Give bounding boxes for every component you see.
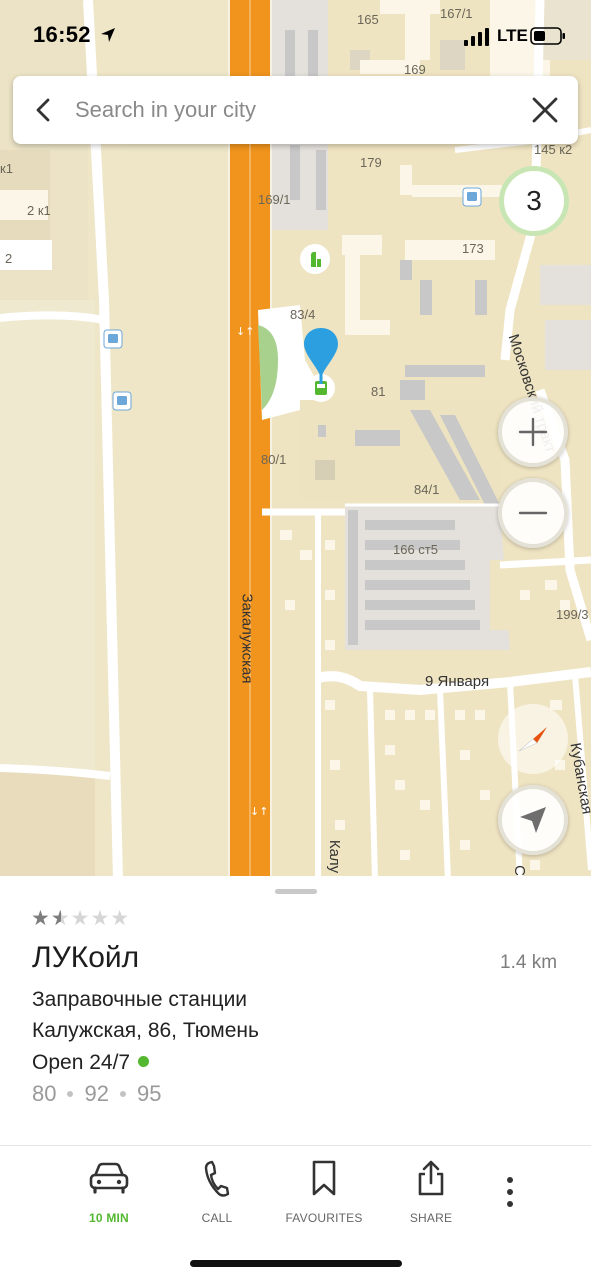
traffic-level-badge[interactable]: 3 (499, 166, 569, 236)
divider (0, 1145, 591, 1146)
favourites-button[interactable]: FAVOURITES (274, 1152, 374, 1232)
network-type: LTE (497, 26, 528, 45)
house-number: 169/1 (258, 192, 291, 207)
zoom-in-button[interactable] (498, 397, 568, 467)
favourites-label: FAVOURITES (285, 1211, 363, 1225)
phone-icon (204, 1160, 230, 1197)
house-number: 145 к2 (534, 142, 573, 157)
home-indicator[interactable] (190, 1260, 402, 1267)
status-bar: 16:52 LTE (0, 0, 591, 72)
svg-text:↓↑: ↓↑ (250, 805, 268, 818)
close-icon[interactable] (528, 93, 562, 127)
bookmark-icon (312, 1160, 336, 1196)
route-button[interactable]: 10 MIN (59, 1152, 159, 1232)
route-time-label: 10 MIN (89, 1211, 129, 1225)
share-button[interactable]: SHARE (381, 1152, 481, 1232)
location-arrow-icon (101, 28, 115, 42)
share-label: SHARE (409, 1211, 453, 1225)
half-star-icon: ★★ (50, 907, 71, 930)
place-address: Калужская, 86, Тюмень (32, 1019, 259, 1042)
street-label-kaluzhskaya: Калу (326, 839, 344, 874)
fuel-type: 92 (84, 1081, 109, 1106)
house-number: 80/1 (261, 452, 287, 467)
selected-pin-icon[interactable] (302, 326, 342, 404)
house-number: 199/3 (556, 607, 589, 622)
action-toolbar: 10 MIN CALL FAVOURITES SHARE (0, 1152, 591, 1232)
house-number: 83/4 (290, 307, 316, 322)
minus-icon (518, 511, 548, 515)
house-number: 179 (360, 155, 382, 170)
fuel-poi-icon[interactable] (299, 243, 331, 275)
signal-icon (464, 28, 489, 46)
place-title: ЛУКойл (32, 941, 140, 974)
house-number: 173 (462, 241, 484, 256)
call-label: CALL (201, 1211, 233, 1225)
battery-icon (530, 27, 565, 45)
house-number: 166 ст5 (393, 542, 438, 557)
navigation-arrow-icon (520, 807, 546, 833)
separator-dot (119, 1091, 126, 1097)
call-button[interactable]: CALL (167, 1152, 267, 1232)
rating-stars: ★★★★★★ (31, 907, 131, 930)
status-time: 16:52 (33, 22, 91, 47)
opening-hours: Open 24/7 (32, 1051, 131, 1074)
place-category: Заправочные станции (32, 988, 248, 1011)
car-icon (89, 1162, 129, 1194)
search-bar (13, 76, 578, 144)
fuel-type: 80 (32, 1081, 57, 1106)
zoom-out-button[interactable] (498, 478, 568, 548)
share-icon (418, 1160, 444, 1196)
compass-button[interactable] (498, 704, 568, 774)
house-number: к1 (0, 161, 13, 176)
separator-dot (67, 1091, 74, 1097)
street-label-partial: С (510, 865, 528, 876)
back-arrow-icon[interactable] (27, 93, 61, 127)
my-location-button[interactable] (498, 785, 568, 855)
fuel-types: 80 92 95 (32, 1081, 161, 1107)
street-label-zakaluzhskaya: Закалужская (238, 593, 256, 684)
svg-text:↓↑: ↓↑ (236, 325, 254, 338)
compass-icon (518, 727, 547, 752)
more-options-icon[interactable] (497, 1172, 523, 1216)
street-label-9-january: 9 Января (425, 673, 490, 690)
place-distance: 1.4 km (500, 952, 558, 973)
place-hours: Open 24/7 (32, 1051, 150, 1075)
house-number: 2 к1 (27, 203, 51, 218)
open-status-dot (138, 1056, 150, 1067)
fuel-type: 95 (136, 1081, 162, 1106)
search-input[interactable] (75, 90, 505, 130)
house-number: 81 (371, 384, 386, 399)
sheet-drag-handle[interactable] (275, 889, 317, 894)
house-number: 84/1 (414, 482, 440, 497)
plus-icon (518, 417, 548, 447)
house-number: 2 (5, 251, 13, 266)
place-card: ★★★★★★ ЛУКойл 1.4 km Заправочные станции… (0, 876, 591, 1280)
